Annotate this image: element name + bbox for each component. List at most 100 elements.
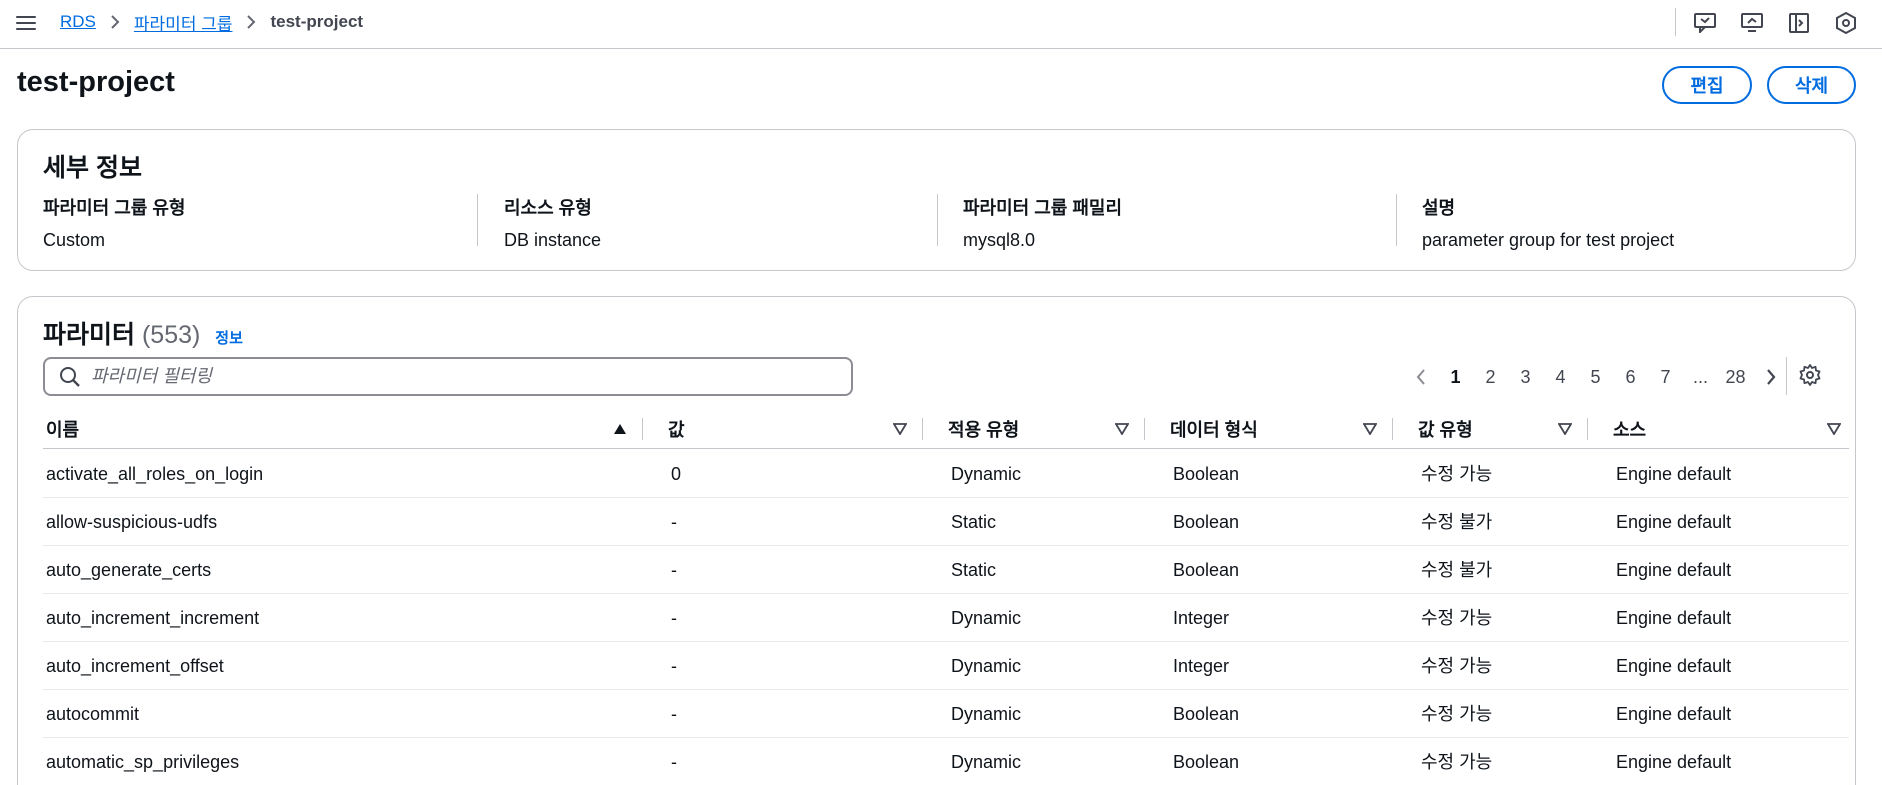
breadcrumb-link-rds[interactable]: RDS bbox=[60, 12, 96, 32]
page-5[interactable]: 5 bbox=[1578, 367, 1613, 388]
cell-source: Engine default bbox=[1616, 608, 1732, 628]
cell-data-type: Boolean bbox=[1173, 704, 1240, 724]
cell-value: - bbox=[671, 752, 677, 772]
cell-name: auto_increment_offset bbox=[46, 656, 224, 676]
cell-apply-type: Dynamic bbox=[951, 608, 1022, 628]
settings-hex-icon[interactable] bbox=[1833, 10, 1859, 36]
sort-icon bbox=[1363, 423, 1377, 435]
detail-parameter-group-type: 파라미터 그룹 유형 Custom bbox=[43, 194, 186, 250]
column-label: 데이터 형식 bbox=[1170, 420, 1258, 440]
table-row[interactable]: allow-suspicious-udfs - Static Boolean 수… bbox=[43, 498, 1849, 546]
cell-source: Engine default bbox=[1616, 464, 1732, 484]
cell-name: allow-suspicious-udfs bbox=[46, 512, 218, 532]
table-row[interactable]: auto_generate_certs - Static Boolean 수정 … bbox=[43, 546, 1849, 594]
cell-data-type: Integer bbox=[1173, 608, 1230, 628]
cell-value: - bbox=[671, 608, 677, 628]
detail-value: DB instance bbox=[504, 230, 602, 250]
topbar-divider bbox=[1675, 8, 1676, 36]
column-header-source[interactable]: 소스 bbox=[1588, 409, 1849, 449]
info-link[interactable]: 정보 bbox=[215, 330, 243, 347]
cell-apply-type: Dynamic bbox=[951, 656, 1022, 676]
panel-icon[interactable] bbox=[1786, 10, 1812, 36]
page-title: test-project bbox=[17, 66, 175, 98]
parameters-card: 파라미터 (553) 정보 1 2 3 4 5 6 7 ... 28 이름 bbox=[17, 296, 1856, 785]
cell-apply-type: Dynamic bbox=[951, 752, 1022, 772]
cell-name: autocommit bbox=[46, 704, 140, 724]
sort-ascending-icon bbox=[614, 424, 626, 434]
cell-value: - bbox=[671, 560, 677, 580]
table-row[interactable]: activate_all_roles_on_login 0 Dynamic Bo… bbox=[43, 450, 1849, 498]
detail-divider bbox=[1396, 194, 1397, 246]
hamburger-menu-icon[interactable] bbox=[14, 12, 38, 34]
sort-icon bbox=[1558, 423, 1572, 435]
detail-label: 파라미터 그룹 유형 bbox=[43, 198, 186, 218]
page-2[interactable]: 2 bbox=[1473, 367, 1508, 388]
column-header-apply-type[interactable]: 적용 유형 bbox=[923, 409, 1145, 449]
breadcrumb: RDS 파라미터 그룹 test-project bbox=[60, 10, 363, 34]
cell-value-type: 수정 가능 bbox=[1421, 608, 1493, 628]
detail-label: 리소스 유형 bbox=[504, 198, 592, 218]
column-header-value[interactable]: 값 bbox=[643, 409, 923, 449]
detail-value: parameter group for test project bbox=[1422, 230, 1675, 250]
detail-value: Custom bbox=[43, 230, 106, 250]
column-label: 소스 bbox=[1613, 420, 1647, 440]
delete-button[interactable]: 삭제 bbox=[1767, 66, 1856, 104]
top-navigation-bar: RDS 파라미터 그룹 test-project bbox=[0, 0, 1882, 49]
detail-label: 파라미터 그룹 패밀리 bbox=[963, 198, 1123, 218]
table-row[interactable]: auto_increment_increment - Dynamic Integ… bbox=[43, 594, 1849, 642]
table-row[interactable]: auto_increment_offset - Dynamic Integer … bbox=[43, 642, 1849, 690]
gear-icon[interactable] bbox=[1798, 363, 1824, 389]
cell-value: 0 bbox=[671, 464, 682, 484]
pagination: 1 2 3 4 5 6 7 ... 28 bbox=[1403, 359, 1788, 395]
cell-value: - bbox=[671, 512, 677, 532]
column-header-data-type[interactable]: 데이터 형식 bbox=[1145, 409, 1393, 449]
sort-icon bbox=[893, 423, 907, 435]
pagination-next-icon[interactable] bbox=[1753, 369, 1788, 385]
search-icon bbox=[60, 366, 80, 387]
table-row[interactable]: autocommit - Dynamic Boolean 수정 가능 Engin… bbox=[43, 690, 1849, 738]
breadcrumb-link-parameter-groups[interactable]: 파라미터 그룹 bbox=[134, 10, 233, 35]
cell-value-type: 수정 가능 bbox=[1421, 464, 1493, 484]
parameter-filter[interactable] bbox=[43, 357, 853, 396]
page-ellipsis: ... bbox=[1692, 366, 1708, 387]
cell-apply-type: Static bbox=[951, 560, 997, 580]
search-input[interactable] bbox=[91, 366, 811, 387]
page-6[interactable]: 6 bbox=[1613, 367, 1648, 388]
cell-name: automatic_sp_privileges bbox=[46, 752, 240, 772]
page-4[interactable]: 4 bbox=[1543, 367, 1578, 388]
column-header-value-type[interactable]: 값 유형 bbox=[1393, 409, 1588, 449]
detail-divider bbox=[477, 194, 478, 246]
cell-apply-type: Dynamic bbox=[951, 704, 1022, 724]
detail-resource-type: 리소스 유형 DB instance bbox=[504, 194, 601, 250]
screen-icon[interactable] bbox=[1739, 10, 1765, 36]
page-1[interactable]: 1 bbox=[1438, 367, 1473, 388]
cell-source: Engine default bbox=[1616, 512, 1732, 532]
sort-icon bbox=[1115, 423, 1129, 435]
cell-value-type: 수정 가능 bbox=[1421, 752, 1493, 772]
pager-divider bbox=[1786, 357, 1787, 395]
cell-value: - bbox=[671, 656, 677, 676]
cell-name: activate_all_roles_on_login bbox=[46, 464, 264, 484]
cell-data-type: Boolean bbox=[1173, 464, 1240, 484]
cell-data-type: Boolean bbox=[1173, 512, 1240, 532]
column-label: 이름 bbox=[46, 420, 80, 440]
cell-data-type: Integer bbox=[1173, 656, 1230, 676]
detail-divider bbox=[937, 194, 938, 246]
cell-source: Engine default bbox=[1616, 752, 1732, 772]
cell-data-type: Boolean bbox=[1173, 560, 1240, 580]
page-28[interactable]: 28 bbox=[1718, 367, 1753, 388]
pagination-prev-icon[interactable] bbox=[1403, 369, 1438, 385]
cell-data-type: Boolean bbox=[1173, 752, 1240, 772]
detail-value: mysql8.0 bbox=[963, 230, 1036, 250]
page-3[interactable]: 3 bbox=[1508, 367, 1543, 388]
table-row[interactable]: automatic_sp_privileges - Dynamic Boolea… bbox=[43, 738, 1849, 785]
details-heading: 세부 정보 bbox=[43, 154, 142, 182]
edit-button[interactable]: 편집 bbox=[1662, 66, 1752, 104]
feedback-icon[interactable] bbox=[1692, 10, 1718, 36]
column-header-name[interactable]: 이름 bbox=[43, 409, 643, 449]
cell-apply-type: Dynamic bbox=[951, 464, 1022, 484]
cell-value-type: 수정 불가 bbox=[1421, 512, 1493, 532]
chevron-right-icon bbox=[246, 15, 256, 29]
page-7[interactable]: 7 bbox=[1648, 367, 1683, 388]
detail-label: 설명 bbox=[1422, 198, 1456, 218]
